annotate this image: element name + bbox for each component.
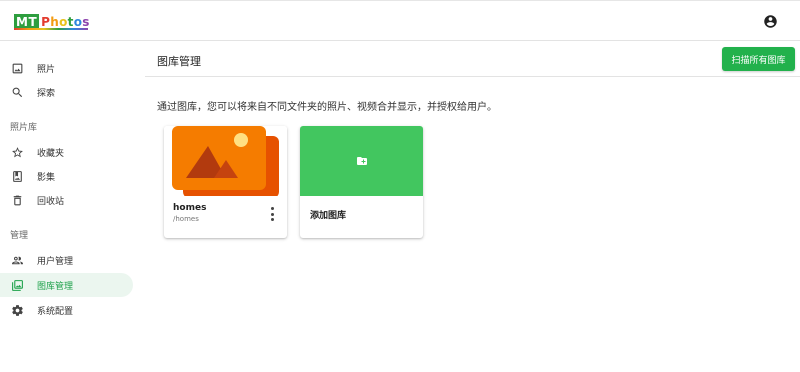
star-icon	[10, 145, 24, 159]
add-gallery-thumbnail	[300, 126, 423, 196]
sidebar-item-label: 探索	[37, 88, 56, 99]
folder-add-icon	[356, 152, 368, 171]
logo-letter: o	[73, 15, 83, 29]
sidebar-item-label: 用户管理	[37, 256, 74, 267]
top-bar: MT Photos	[0, 0, 800, 41]
gallery-icon	[10, 278, 24, 292]
photo-icon	[10, 61, 24, 75]
logo-letter: h	[50, 15, 60, 29]
album-icon	[10, 169, 24, 183]
gallery-path: /homes	[173, 215, 199, 223]
sidebar-item-trash[interactable]: 回收站	[0, 188, 133, 212]
sidebar-item-label: 图库管理	[37, 281, 74, 292]
add-gallery-card[interactable]: 添加图库	[300, 126, 423, 238]
sidebar-item-explore[interactable]: 探索	[0, 80, 133, 104]
sidebar-item-users[interactable]: 用户管理	[0, 248, 133, 272]
sidebar-item-label: 照片	[37, 64, 56, 75]
more-vert-icon[interactable]	[269, 207, 275, 221]
sidebar-item-label: 收藏夹	[37, 148, 65, 159]
sidebar-item-gallery-manage[interactable]: 图库管理	[0, 273, 133, 297]
section-label-library: 照片库	[10, 123, 38, 133]
sidebar: 照片 探索 照片库 收藏夹 影集 回收站 管理 用户管理 图库管理 系统配置	[0, 42, 145, 372]
gallery-name: homes	[173, 203, 207, 213]
sidebar-item-label: 回收站	[37, 196, 65, 207]
add-gallery-label: 添加图库	[310, 211, 347, 221]
users-icon	[10, 253, 24, 267]
page-title: 图库管理	[157, 55, 201, 68]
logo-letter: o	[59, 15, 68, 29]
sidebar-item-photos[interactable]: 照片	[0, 56, 133, 80]
scan-all-galleries-button[interactable]: 扫描所有图库	[722, 47, 795, 71]
page-header: 图库管理 扫描所有图库	[145, 42, 800, 77]
search-icon	[10, 85, 24, 99]
section-label-manage: 管理	[10, 231, 29, 241]
logo-letter: P	[41, 15, 51, 29]
sidebar-item-label: 系统配置	[37, 306, 74, 317]
logo-underline	[14, 28, 88, 30]
gallery-thumbnail	[164, 126, 287, 198]
gallery-card[interactable]: homes /homes	[164, 126, 287, 238]
account-circle-icon[interactable]	[763, 14, 778, 29]
sidebar-item-albums[interactable]: 影集	[0, 164, 133, 188]
sidebar-item-favorites[interactable]: 收藏夹	[0, 140, 133, 164]
sidebar-item-settings[interactable]: 系统配置	[0, 298, 133, 322]
trash-icon	[10, 193, 24, 207]
main-content: 图库管理 扫描所有图库 通过图库，您可以将来自不同文件夹的照片、视频合并显示，并…	[145, 42, 800, 372]
page-description: 通过图库，您可以将来自不同文件夹的照片、视频合并显示，并授权给用户。	[157, 102, 497, 113]
logo-letter: s	[82, 15, 90, 29]
gear-icon	[10, 303, 24, 317]
sidebar-item-label: 影集	[37, 172, 56, 183]
